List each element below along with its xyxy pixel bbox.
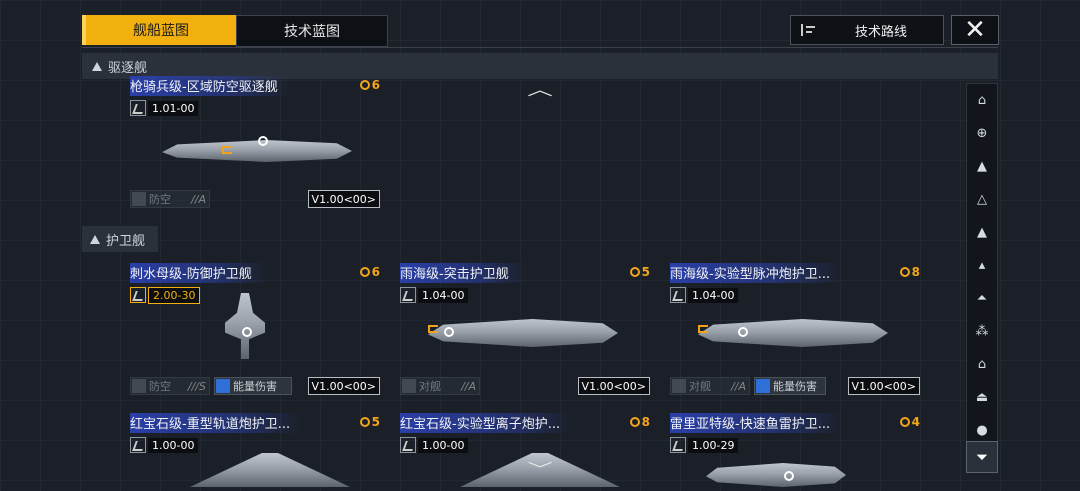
version-text: 1.04-00 (688, 287, 739, 303)
ship-image (162, 120, 352, 180)
ship-name: 红宝石级-重型轨道炮护卫... (130, 413, 321, 433)
ship-cost: 6 (359, 265, 380, 279)
version-badge: V1.00<00> (847, 377, 920, 395)
tech-route-button[interactable]: 技术路线 (790, 15, 944, 45)
ship-class-filter: ⌂ ⊕ ▲ △ ▲ ▴ ⏶ ⁂ ⌂ ⏏ ● (966, 83, 998, 443)
ship-card-frigate-0[interactable]: 刺水母级-防御护卫舰 6 2.00-30 防空///S 能量伤害 V1.00<0… (130, 263, 380, 403)
version-icon (400, 437, 416, 453)
version-row: 1.01-00 (130, 100, 199, 116)
cruiser-class-icon[interactable]: ▲ (967, 150, 997, 183)
filter-button[interactable]: ⏷ (966, 441, 998, 473)
ship-image (428, 303, 618, 363)
ship-cost: 8 (899, 265, 920, 279)
scroll-up-icon[interactable]: ︿ (527, 76, 553, 100)
close-icon: ✕ (964, 15, 986, 45)
version-row: 1.04-00 (400, 287, 469, 303)
ship-image (170, 443, 360, 491)
ship-name: 雷里亚特级-快速鱼雷护卫... (670, 413, 861, 433)
ship-cost: 8 (629, 415, 650, 429)
anti-air-icon (132, 192, 146, 206)
blueprint-tabs: 舰船蓝图 技术蓝图 (82, 15, 388, 47)
corvette-class-icon[interactable]: ▲ (967, 216, 997, 249)
cluster-class-icon[interactable]: ⁂ (967, 315, 997, 348)
close-button[interactable]: ✕ (951, 15, 999, 45)
role-tag: 防空 //A (130, 190, 210, 208)
version-badge: V1.00<00> (307, 190, 380, 208)
cost-coin-icon (359, 80, 370, 90)
destroyer-class-icon[interactable]: ⌂ (967, 84, 997, 117)
ship-tags: 防空 //A V1.00<00> (130, 190, 380, 208)
ship-name: 刺水母级-防御护卫舰 (130, 263, 282, 283)
ship-image (698, 303, 888, 363)
cost-coin-icon (359, 267, 370, 277)
ship-card-destroyer-0[interactable]: 枪骑兵级-区域防空驱逐舰 6 1.01-00 防空 //A V1.00<00> (130, 76, 380, 216)
ship-card-frigate-1[interactable]: 雨海级-突击护卫舰 5 1.04-00 对舰//A V1.00<00> (400, 263, 650, 403)
support-class-icon[interactable]: ⏶ (967, 282, 997, 315)
energy-damage-icon (216, 379, 230, 393)
ship-name: 雨海级-实验型脉冲炮护卫... (670, 263, 861, 283)
section-title: 护卫舰 (106, 233, 146, 249)
ship-tags: 防空///S 能量伤害 V1.00<00> (130, 377, 380, 395)
cost-coin-icon (899, 417, 910, 427)
carrier-class-icon[interactable]: ⊕ (967, 117, 997, 150)
version-icon (130, 287, 146, 303)
role-tag: 对舰//A (400, 377, 480, 395)
tech-tree-icon (801, 24, 815, 36)
version-row: 1.04-00 (670, 287, 739, 303)
ship-cost: 6 (359, 78, 380, 92)
ship-cost: 4 (899, 415, 920, 429)
ship-card-frigate-5[interactable]: 雷里亚特级-快速鱼雷护卫... 4 1.00-29 (670, 413, 920, 491)
version-badge: V1.00<00> (307, 377, 380, 395)
version-icon (670, 287, 686, 303)
ship-tags: 对舰//A V1.00<00> (400, 377, 650, 395)
energy-damage-icon (756, 379, 770, 393)
ship-card-frigate-4[interactable]: 红宝石级-实验型离子炮护... 8 1.00-00 (400, 413, 650, 491)
hangar-class-icon[interactable]: ⏏ (967, 381, 997, 414)
version-icon (130, 437, 146, 453)
section-title: 驱逐舰 (108, 60, 148, 76)
version-row: 1.00-29 (670, 437, 739, 453)
damage-tag: 能量伤害 (214, 377, 292, 395)
version-icon (400, 287, 416, 303)
fighter-class-icon[interactable]: ▴ (967, 249, 997, 282)
tech-route-label: 技术路线 (855, 24, 908, 40)
ship-tags: 对舰//A 能量伤害 V1.00<00> (670, 377, 920, 395)
version-icon (130, 100, 146, 116)
tab-ship-blueprint[interactable]: 舰船蓝图 (82, 15, 236, 45)
scroll-down-icon[interactable]: ︿ (527, 458, 553, 482)
frigate-class-icon[interactable]: △ (967, 183, 997, 216)
ship-cost: 5 (629, 265, 650, 279)
damage-tag: 能量伤害 (754, 377, 826, 395)
ship-name: 红宝石级-实验型离子炮护... (400, 413, 591, 433)
cost-coin-icon (629, 417, 640, 427)
version-icon (670, 437, 686, 453)
version-text: 1.01-00 (148, 100, 199, 116)
role-tag: 对舰//A (670, 377, 750, 395)
ship-image (150, 293, 340, 359)
ship-cost: 5 (359, 415, 380, 429)
tab-tech-blueprint[interactable]: 技术蓝图 (236, 15, 388, 47)
ship-card-frigate-2[interactable]: 雨海级-实验型脉冲炮护卫... 8 1.04-00 对舰//A 能量伤害 V1.… (670, 263, 920, 403)
filter-icon: ⏷ (975, 448, 988, 466)
cost-coin-icon (899, 267, 910, 277)
ship-name: 雨海级-突击护卫舰 (400, 263, 539, 283)
station-class-icon[interactable]: ⌂ (967, 348, 997, 381)
ship-name: 枪骑兵级-区域防空驱逐舰 (130, 76, 308, 96)
section-header-frigate[interactable]: 护卫舰 (82, 226, 158, 252)
version-text: 1.00-29 (688, 437, 739, 453)
cost-coin-icon (629, 267, 640, 277)
version-text: 1.04-00 (418, 287, 469, 303)
collapse-icon (90, 234, 100, 244)
ship-card-frigate-3[interactable]: 红宝石级-重型轨道炮护卫... 5 1.00-00 (130, 413, 380, 491)
collapse-icon (92, 61, 102, 71)
divider (82, 47, 998, 48)
version-badge: V1.00<00> (577, 377, 650, 395)
cost-coin-icon (359, 417, 370, 427)
ship-image (706, 453, 896, 489)
role-tag: 防空///S (130, 377, 210, 395)
